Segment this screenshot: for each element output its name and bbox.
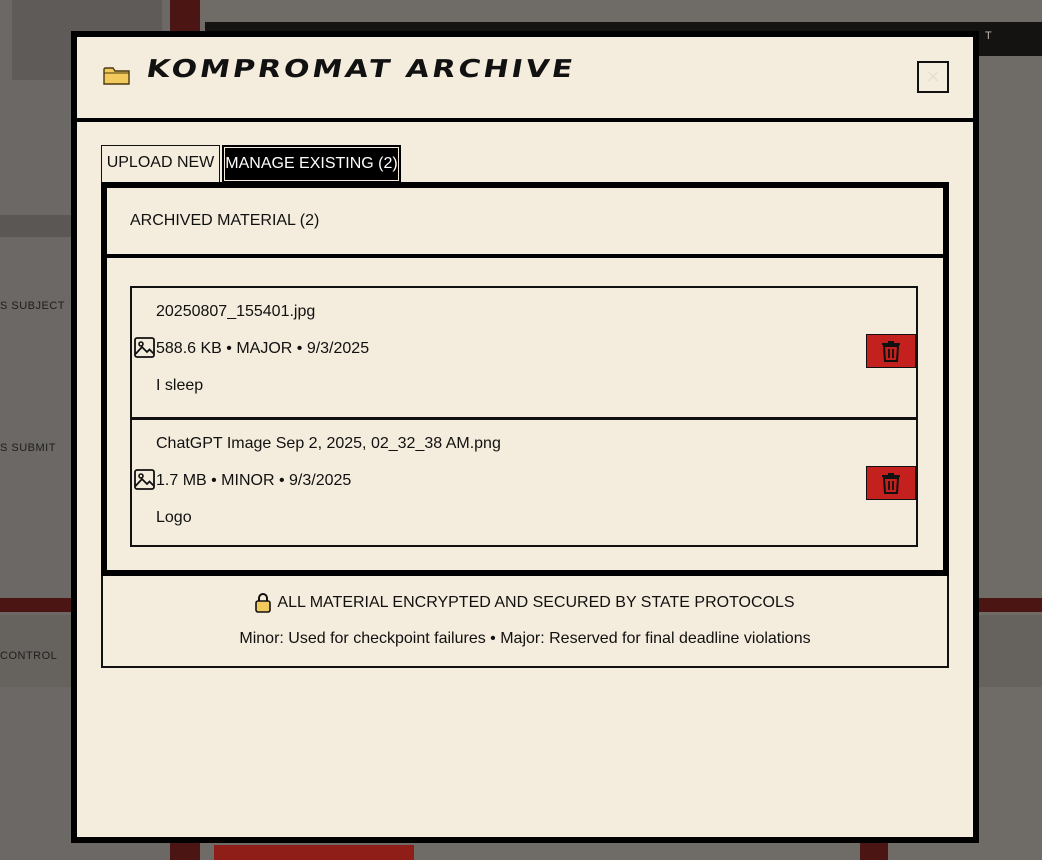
modal-title: KOMPROMAT ARCHIVE <box>144 55 578 84</box>
image-icon <box>134 337 155 358</box>
tab-manage-existing[interactable]: MANAGE EXISTING (2) <box>222 145 401 183</box>
file-description: Logo <box>156 509 192 526</box>
close-button[interactable]: × <box>917 61 949 93</box>
security-text: ALL MATERIAL ENCRYPTED AND SECURED BY ST… <box>277 594 795 611</box>
panel-header: ARCHIVED MATERIAL (2) <box>107 188 943 258</box>
background-label: S SUBJECT <box>0 300 66 312</box>
kompromat-archive-modal: KOMPROMAT ARCHIVE × UPLOAD NEW MANAGE EX… <box>71 31 979 843</box>
archive-list: 20250807_155401.jpg 588.6 KB • MAJOR • 9… <box>130 286 918 547</box>
modal-header: KOMPROMAT ARCHIVE × <box>77 37 973 122</box>
list-item: 20250807_155401.jpg 588.6 KB • MAJOR • 9… <box>132 288 916 417</box>
delete-button[interactable] <box>866 466 916 500</box>
file-description: I sleep <box>156 377 204 394</box>
file-name: 20250807_155401.jpg <box>156 303 316 320</box>
background-label: CONTROL <box>0 650 58 662</box>
security-footer: ALL MATERIAL ENCRYPTED AND SECURED BY ST… <box>101 576 949 668</box>
delete-button[interactable] <box>866 334 916 368</box>
file-meta: 1.7 MB • MINOR • 9/3/2025 <box>156 472 352 489</box>
background-label: T <box>985 30 993 42</box>
file-name: ChatGPT Image Sep 2, 2025, 02_32_38 AM.p… <box>156 435 501 452</box>
trash-icon <box>882 341 900 362</box>
panel-title: ARCHIVED MATERIAL (2) <box>130 212 320 229</box>
background-label: S SUBMIT <box>0 442 56 454</box>
security-notice: ALL MATERIAL ENCRYPTED AND SECURED BY ST… <box>103 593 947 613</box>
severity-legend: Minor: Used for checkpoint failures • Ma… <box>239 630 811 647</box>
archive-panel: ARCHIVED MATERIAL (2) 20250807_155401.jp… <box>101 182 949 576</box>
folder-icon <box>103 66 131 86</box>
list-item: ChatGPT Image Sep 2, 2025, 02_32_38 AM.p… <box>132 417 916 546</box>
trash-icon <box>882 473 900 494</box>
tab-upload-new[interactable]: UPLOAD NEW <box>101 145 220 183</box>
image-icon <box>134 469 155 490</box>
file-meta: 588.6 KB • MAJOR • 9/3/2025 <box>156 340 370 357</box>
lock-icon <box>255 593 272 613</box>
